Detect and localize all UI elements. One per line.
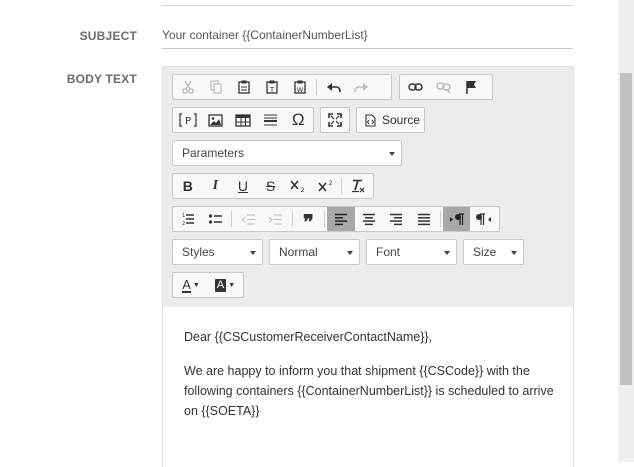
justify-icon[interactable] [410, 207, 438, 231]
copy-icon[interactable] [202, 75, 230, 99]
format-dropdown[interactable]: Normal [269, 239, 360, 265]
parameters-dropdown[interactable]: Parameters [172, 140, 402, 166]
source-label: Source [382, 113, 421, 127]
basic-styles-group: B I U S 2 2 [172, 173, 374, 199]
italic-button[interactable]: I [202, 174, 230, 198]
size-dropdown[interactable]: Size [463, 239, 524, 265]
align-right-icon[interactable] [382, 207, 410, 231]
rich-text-editor: T W P Ω Source Parameters B I U S 2 2 1 … [162, 66, 574, 467]
anchor-flag-icon[interactable] [457, 75, 485, 99]
chevron-down-icon: ▼ [192, 281, 200, 289]
body-text-label: BODY TEXT [66, 72, 137, 86]
align-center-icon[interactable] [355, 207, 383, 231]
increase-indent-icon[interactable] [262, 207, 290, 231]
svg-text:2: 2 [328, 180, 332, 187]
text-color-icon: A [182, 276, 191, 293]
chevron-down-icon: ▼ [228, 281, 236, 289]
numbered-list-icon[interactable]: 12 [174, 207, 202, 231]
paste-text-icon[interactable]: T [258, 75, 286, 99]
font-label: Font [376, 245, 401, 259]
blockquote-icon[interactable]: ❞ [295, 207, 323, 234]
svg-text:W: W [297, 86, 304, 94]
size-label: Size [473, 245, 497, 259]
text-color-button[interactable]: A ▼ [174, 273, 208, 297]
page-scrollbar-thumb[interactable] [620, 73, 632, 385]
redo-icon[interactable] [347, 75, 375, 99]
colors-group: A ▼ A ▼ [172, 272, 244, 298]
chevron-down-icon [511, 251, 517, 255]
paste-icon[interactable] [230, 75, 258, 99]
styles-label: Styles [182, 245, 215, 259]
superscript-icon[interactable]: 2 [312, 174, 340, 198]
chevron-down-icon [347, 251, 353, 255]
editor-content-area[interactable]: Dear {{CSCustomerReceiverContactName}}, … [163, 307, 573, 467]
clipboard-group: T W [172, 74, 392, 100]
toolbar-separator [341, 178, 343, 194]
email-greeting: Dear {{CSCustomerReceiverContactName}}, [184, 330, 433, 344]
subject-input[interactable]: Your container {{ContainerNumberList} [162, 28, 368, 42]
table-icon[interactable] [229, 108, 257, 132]
text-direction-ltr-icon[interactable] [442, 207, 471, 231]
align-left-icon[interactable] [327, 207, 355, 231]
svg-text:2: 2 [301, 187, 305, 193]
format-label: Normal [279, 245, 318, 259]
maximize-group [320, 107, 350, 133]
background-color-button[interactable]: A ▼ [208, 273, 242, 297]
toolbar-separator [316, 79, 317, 95]
chevron-down-icon [250, 251, 256, 255]
maximize-icon[interactable] [322, 108, 348, 132]
toolbar-separator [439, 211, 441, 227]
chevron-down-icon [444, 251, 450, 255]
link-icon[interactable] [401, 75, 429, 99]
remove-format-icon[interactable] [344, 174, 372, 198]
cut-icon[interactable] [174, 75, 202, 99]
text-direction-rtl-icon[interactable] [470, 207, 498, 231]
email-body-paragraph: We are happy to inform you that shipment… [184, 364, 554, 418]
toolbar-separator [324, 211, 326, 227]
underline-button[interactable]: U [229, 174, 257, 198]
subscript-icon[interactable]: 2 [284, 174, 312, 198]
source-icon [365, 113, 376, 127]
svg-text:1: 1 [182, 213, 185, 219]
toolbar-separator [231, 211, 233, 227]
font-dropdown[interactable]: Font [366, 239, 457, 265]
decrease-indent-icon[interactable] [234, 207, 262, 231]
placeholder-icon[interactable]: P [174, 108, 202, 132]
bold-button[interactable]: B [174, 174, 202, 198]
svg-text:P: P [185, 116, 191, 127]
svg-text:2: 2 [182, 221, 185, 226]
svg-text:T: T [269, 86, 275, 94]
background-color-icon: A [214, 278, 227, 292]
horizontal-line-icon[interactable] [257, 108, 285, 132]
paste-word-icon[interactable]: W [286, 75, 314, 99]
unlink-icon[interactable] [429, 75, 457, 99]
previous-field-underline [162, 5, 573, 6]
link-group [399, 74, 493, 100]
parameters-label: Parameters [182, 146, 245, 160]
undo-icon[interactable] [319, 75, 347, 99]
subject-underline [162, 48, 573, 49]
bulleted-list-icon[interactable] [202, 207, 230, 231]
chevron-down-icon [389, 152, 395, 156]
styles-dropdown[interactable]: Styles [172, 239, 263, 265]
source-button[interactable]: Source [358, 108, 427, 132]
special-char-icon[interactable]: Ω [284, 108, 312, 132]
subject-label: SUBJECT [79, 29, 137, 43]
paragraph-group: 12 ❞ [172, 206, 500, 234]
editor-toolbar: T W P Ω Source Parameters B I U S 2 2 1 … [163, 67, 573, 307]
strikethrough-button[interactable]: S [257, 174, 285, 198]
toolbar-separator [291, 211, 293, 227]
image-icon[interactable] [202, 108, 230, 132]
source-group: Source [356, 107, 425, 133]
insert-group: P Ω [172, 107, 314, 133]
